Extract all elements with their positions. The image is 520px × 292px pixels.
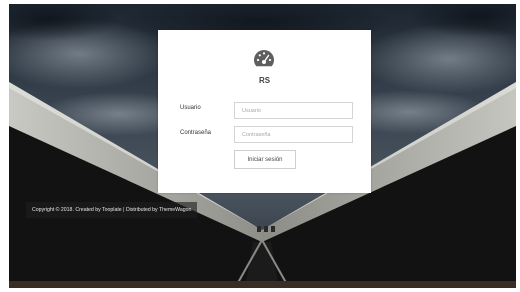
footer-credits: Copyright © 2018. Created by Tooplate | …	[26, 202, 198, 218]
brand-name: RS	[258, 76, 271, 85]
password-input[interactable]	[234, 126, 353, 143]
tachometer-icon	[254, 50, 274, 67]
page-frame: RS Usuario Contraseña Iniciar sesión Cop…	[9, 4, 516, 288]
login-card: RS Usuario Contraseña Iniciar sesión	[158, 30, 371, 193]
username-label: Usuario	[180, 105, 201, 111]
footer-copyright: Copyright © 2018. Created by Tooplate	[32, 207, 122, 213]
footer-distributed: Distributed by ThemeWagon	[125, 207, 192, 213]
login-button[interactable]: Iniciar sesión	[234, 150, 296, 169]
password-label: Contraseña	[180, 130, 212, 136]
username-input[interactable]	[234, 102, 353, 119]
footer-separator: |	[123, 207, 125, 213]
